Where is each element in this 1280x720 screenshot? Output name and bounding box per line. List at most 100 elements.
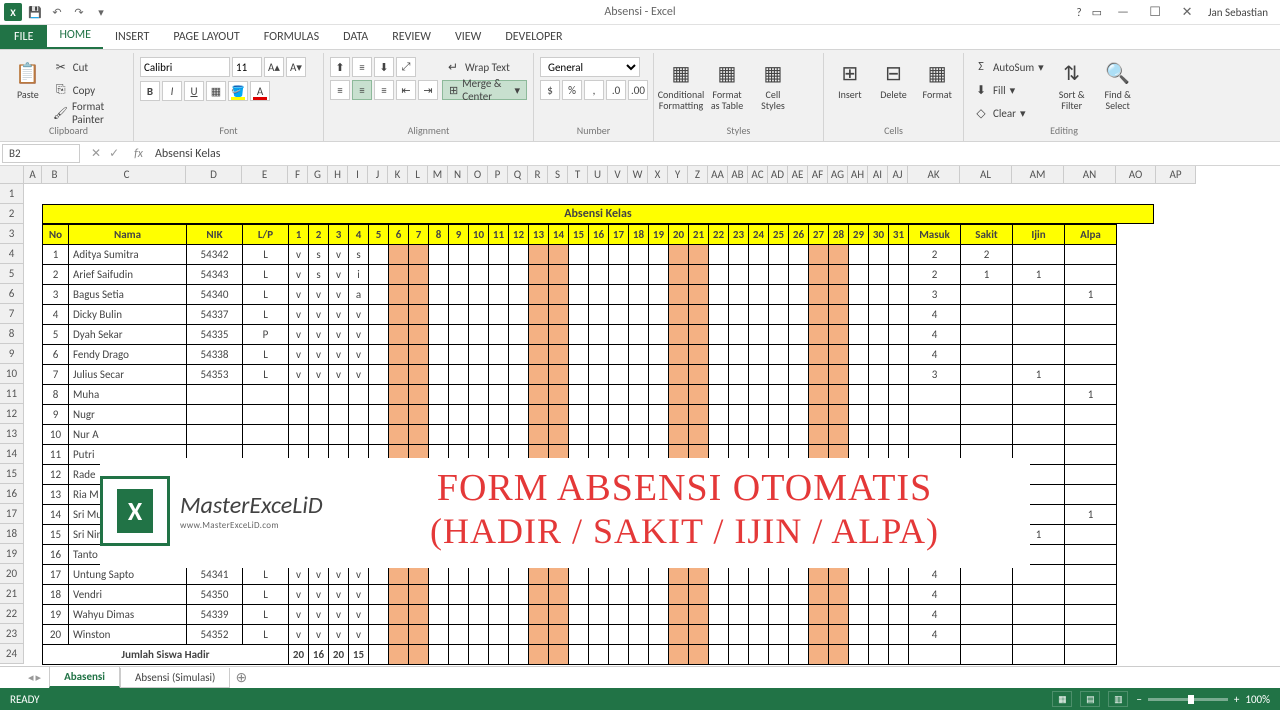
table-row[interactable]: 20Winston54352Lvvvv4	[43, 625, 1117, 645]
font-name-input[interactable]	[140, 57, 230, 77]
row-header[interactable]: 7	[0, 304, 23, 324]
table-row[interactable]: 18Vendri54350Lvvvv4	[43, 585, 1117, 605]
delete-cells-button[interactable]: ⊟Delete	[874, 55, 914, 124]
col-header[interactable]: E	[242, 166, 288, 183]
user-name[interactable]: Jan Sebastian	[1208, 6, 1268, 19]
number-format-select[interactable]: General	[540, 57, 640, 77]
row-header[interactable]: 6	[0, 284, 23, 304]
row-header[interactable]: 17	[0, 504, 23, 524]
column-headers[interactable]: ABCDEFGHIJKLMNOPQRSTUVWXYZAAABACADAEAFAG…	[24, 166, 1196, 184]
col-header[interactable]: P	[488, 166, 508, 183]
cut-button[interactable]: ✂Cut	[50, 57, 127, 77]
align-right-icon[interactable]: ≡	[374, 80, 394, 100]
align-left-icon[interactable]: ≡	[330, 80, 350, 100]
col-header[interactable]: W	[628, 166, 648, 183]
zoom-slider[interactable]	[1148, 698, 1228, 701]
decrease-indent-icon[interactable]: ⇤	[396, 80, 416, 100]
align-bottom-icon[interactable]: ⬇	[374, 57, 394, 77]
col-header[interactable]: AF	[808, 166, 828, 183]
worksheet-grid[interactable]: ABCDEFGHIJKLMNOPQRSTUVWXYZAAABACADAEAFAG…	[0, 166, 1280, 666]
row-header[interactable]: 10	[0, 364, 23, 384]
row-header[interactable]: 9	[0, 344, 23, 364]
tab-file[interactable]: FILE	[0, 25, 47, 49]
col-header[interactable]: AO	[1116, 166, 1156, 183]
qat-undo-icon[interactable]: ↶	[48, 3, 66, 21]
tab-developer[interactable]: DEVELOPER	[493, 25, 574, 49]
row-header[interactable]: 2	[0, 204, 23, 224]
increase-indent-icon[interactable]: ⇥	[418, 80, 438, 100]
col-header[interactable]: AI	[868, 166, 888, 183]
col-header[interactable]: AG	[828, 166, 848, 183]
col-header[interactable]: AB	[728, 166, 748, 183]
col-header[interactable]: X	[648, 166, 668, 183]
sheet-tab-other[interactable]: Absensi (Simulasi)	[120, 668, 230, 688]
maximize-icon[interactable]: ☐	[1144, 2, 1166, 22]
table-row[interactable]: 3Bagus Setia54340Lvvva31	[43, 285, 1117, 305]
paste-button[interactable]: 📋Paste	[10, 55, 46, 124]
zoom-in-icon[interactable]: +	[1234, 693, 1239, 706]
col-header[interactable]: Z	[688, 166, 708, 183]
col-header[interactable]: AM	[1012, 166, 1064, 183]
decrease-font-icon[interactable]: A▾	[286, 57, 306, 77]
col-header[interactable]: V	[608, 166, 628, 183]
row-headers[interactable]: 123456789101112131415161718192021222324	[0, 184, 24, 664]
row-header[interactable]: 16	[0, 484, 23, 504]
minimize-icon[interactable]: —	[1112, 2, 1134, 22]
qat-save-icon[interactable]: 💾	[26, 3, 44, 21]
bold-button[interactable]: B	[140, 81, 160, 101]
currency-icon[interactable]: $	[540, 80, 560, 100]
view-normal-icon[interactable]: ▦	[1052, 691, 1072, 707]
col-header[interactable]: AC	[748, 166, 768, 183]
font-size-input[interactable]	[232, 57, 262, 77]
sheet-tab-active[interactable]: Abasensi	[49, 667, 120, 688]
select-all-corner[interactable]	[0, 166, 24, 184]
zoom-level[interactable]: 100%	[1245, 693, 1270, 706]
col-header[interactable]: R	[528, 166, 548, 183]
row-header[interactable]: 21	[0, 584, 23, 604]
enter-formula-icon[interactable]: ✓	[106, 146, 122, 161]
insert-cells-button[interactable]: ⊞Insert	[830, 55, 870, 124]
tab-review[interactable]: REVIEW	[380, 25, 443, 49]
row-header[interactable]: 22	[0, 604, 23, 624]
col-header[interactable]: AA	[708, 166, 728, 183]
autosum-button[interactable]: ΣAutoSum▾	[970, 57, 1047, 77]
col-header[interactable]: S	[548, 166, 568, 183]
add-sheet-icon[interactable]: ⊕	[230, 669, 252, 686]
col-header[interactable]: K	[388, 166, 408, 183]
row-header[interactable]: 8	[0, 324, 23, 344]
tab-nav-next-icon[interactable]: ▸	[36, 671, 42, 684]
wrap-text-button[interactable]: ↵Wrap Text	[442, 57, 527, 77]
align-center-icon[interactable]: ≡	[352, 80, 372, 100]
row-header[interactable]: 13	[0, 424, 23, 444]
view-page-layout-icon[interactable]: ▤	[1080, 691, 1100, 707]
font-color-button[interactable]: A	[250, 81, 270, 101]
orientation-icon[interactable]: ⤢	[396, 57, 416, 77]
fill-color-button[interactable]: 🪣	[228, 81, 248, 101]
fill-button[interactable]: ⬇Fill▾	[970, 80, 1047, 100]
row-header[interactable]: 20	[0, 564, 23, 584]
col-header[interactable]: AN	[1064, 166, 1116, 183]
table-row[interactable]: 7Julius Secar54353Lvvvv31	[43, 365, 1117, 385]
col-header[interactable]: AL	[960, 166, 1012, 183]
format-painter-button[interactable]: 🖌Format Painter	[50, 103, 127, 123]
col-header[interactable]: N	[448, 166, 468, 183]
col-header[interactable]: C	[68, 166, 186, 183]
row-header[interactable]: 23	[0, 624, 23, 644]
tab-view[interactable]: VIEW	[443, 25, 493, 49]
table-row[interactable]: 10Nur A	[43, 425, 1117, 445]
find-select-button[interactable]: 🔍Find & Select	[1097, 55, 1139, 124]
align-top-icon[interactable]: ⬆	[330, 57, 350, 77]
percent-icon[interactable]: %	[562, 80, 582, 100]
tab-home[interactable]: HOME	[47, 23, 103, 49]
col-header[interactable]: AH	[848, 166, 868, 183]
format-as-table-button[interactable]: ▦Format as Table	[706, 55, 748, 124]
comma-icon[interactable]: ,	[584, 80, 604, 100]
col-header[interactable]: D	[186, 166, 242, 183]
col-header[interactable]: T	[568, 166, 588, 183]
increase-font-icon[interactable]: A▴	[264, 57, 284, 77]
row-header[interactable]: 11	[0, 384, 23, 404]
tab-page-layout[interactable]: PAGE LAYOUT	[161, 25, 251, 49]
merge-center-button[interactable]: ⊞Merge & Center▾	[442, 80, 527, 100]
col-header[interactable]: Y	[668, 166, 688, 183]
row-header[interactable]: 5	[0, 264, 23, 284]
